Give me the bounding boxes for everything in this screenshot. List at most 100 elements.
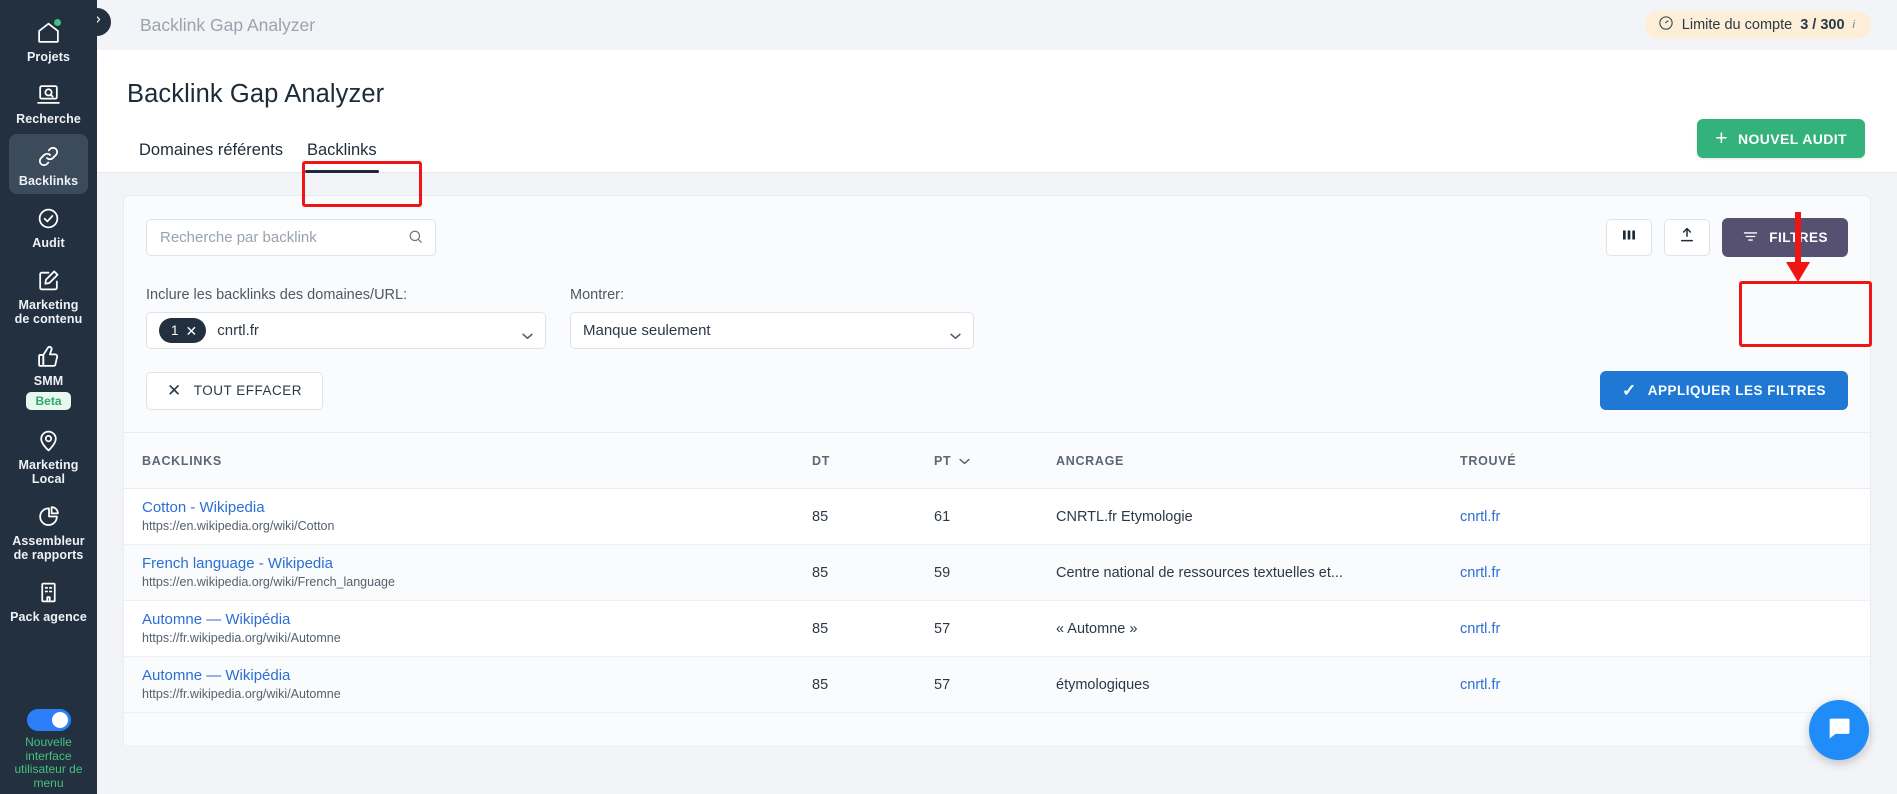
column-header-ancrage[interactable]: ANCRAGE <box>1038 432 1442 489</box>
sidebar-item-label: Projets <box>26 50 71 64</box>
sidebar-item-recherche[interactable]: Recherche <box>9 72 88 132</box>
search-icon[interactable] <box>407 228 425 246</box>
cell-found: cnrtl.fr <box>1442 488 1870 545</box>
cell-dt: 85 <box>794 488 916 545</box>
cell-found: cnrtl.fr <box>1442 656 1870 713</box>
check-icon: ✓ <box>1621 381 1637 400</box>
found-domain-link[interactable]: cnrtl.fr <box>1460 677 1500 693</box>
domain-chip[interactable]: 1 ✕ <box>159 318 207 343</box>
tab-backlinks[interactable]: Backlinks <box>295 141 389 173</box>
apply-filters-button[interactable]: ✓ APPLIQUER LES FILTRES <box>1599 371 1848 410</box>
page-title: Backlink Gap Analyzer <box>127 80 385 108</box>
sidebar-item-pack-agence[interactable]: Pack agence <box>9 570 88 630</box>
chat-bubble-icon <box>1825 714 1853 747</box>
app-root: Projets Recherche Backlinks Audit Market <box>0 0 1897 794</box>
column-header-pt[interactable]: PT <box>916 432 1038 489</box>
cell-anchor: Centre national de ressources textuelles… <box>1038 544 1442 601</box>
sidebar-item-label: Marketing Local <box>18 458 79 486</box>
cell-anchor: étymologiques <box>1038 656 1442 713</box>
domains-filter-value: cnrtl.fr <box>217 322 259 339</box>
filter-actions-row: ✕ TOUT EFFACER ✓ APPLIQUER LES FILTRES <box>124 349 1870 432</box>
close-icon: ✕ <box>167 381 182 400</box>
primary-sidebar: Projets Recherche Backlinks Audit Market <box>0 0 97 794</box>
column-header-trouve[interactable]: TROUVÉ <box>1442 432 1870 489</box>
column-header-backlinks[interactable]: BACKLINKS <box>124 432 794 489</box>
cell-pt: 61 <box>916 488 1038 545</box>
new-menu-ui-toggle[interactable] <box>26 709 71 731</box>
sidebar-item-marketing-local[interactable]: Marketing Local <box>9 418 88 492</box>
column-header-dt[interactable]: DT <box>794 432 916 489</box>
found-domain-link[interactable]: cnrtl.fr <box>1460 565 1500 581</box>
new-menu-ui-toggle-label: Nouvelle interface utilisateur de menu <box>14 735 83 790</box>
cell-dt: 85 <box>794 656 916 713</box>
account-limit-badge[interactable]: Limite du compte 3 / 300 i <box>1644 11 1871 39</box>
filters-button-label: FILTRES <box>1769 230 1828 245</box>
cell-dt: 85 <box>794 600 916 657</box>
column-header-pt-label: PT <box>934 453 952 468</box>
cell-pt: 57 <box>916 656 1038 713</box>
check-circle-icon <box>34 203 64 233</box>
filters-button[interactable]: FILTRES <box>1722 218 1848 257</box>
plus-icon: + <box>1715 127 1728 150</box>
search-input[interactable] <box>146 219 436 256</box>
main-column: Backlink Gap Analyzer Limite du compte 3… <box>83 0 1897 794</box>
content-area: FILTRES Inclure les backlinks des domain… <box>97 173 1897 794</box>
sidebar-item-projets[interactable]: Projets <box>9 10 88 70</box>
sidebar-item-label: Marketing de contenu <box>14 298 83 326</box>
sidebar-item-smm[interactable]: SMM Beta <box>9 334 88 416</box>
chevron-down-icon <box>522 326 533 339</box>
sidebar-item-assembleur-de-rapports[interactable]: Assembleur de rapports <box>9 494 88 568</box>
panel-toolbar: FILTRES <box>124 196 1870 257</box>
pencil-square-icon <box>34 265 64 295</box>
backlink-title-link[interactable]: French language - Wikipedia <box>142 555 794 572</box>
filter-icon <box>1742 228 1759 248</box>
top-bar: Backlink Gap Analyzer Limite du compte 3… <box>83 0 1897 50</box>
sidebar-item-label: Backlinks <box>18 174 79 188</box>
found-domain-link[interactable]: cnrtl.fr <box>1460 621 1500 637</box>
link-icon <box>34 141 64 171</box>
sidebar-item-label: Recherche <box>16 112 81 126</box>
building-icon <box>34 577 64 607</box>
backlink-title-link[interactable]: Automne — Wikipédia <box>142 667 794 684</box>
cell-anchor: CNRTL.fr Etymologie <box>1038 488 1442 545</box>
sidebar-item-audit[interactable]: Audit <box>9 196 88 256</box>
new-audit-button[interactable]: + NOUVEL AUDIT <box>1697 119 1865 158</box>
show-filter-label: Montrer: <box>570 287 624 303</box>
new-audit-button-label: NOUVEL AUDIT <box>1737 130 1847 147</box>
show-filter-value: Manque seulement <box>583 322 711 339</box>
backlink-url: https://en.wikipedia.org/wiki/Cotton <box>142 519 335 533</box>
columns-button[interactable] <box>1606 219 1653 256</box>
tab-domaines-referents[interactable]: Domaines référents <box>127 141 295 172</box>
table-row: Automne — Wikipédia https://fr.wikipedia… <box>124 600 1870 657</box>
table-header: BACKLINKS DT PT ANCRAGE TROUVÉ <box>124 432 1870 489</box>
search-field-wrapper <box>146 219 436 256</box>
filter-controls-row: Inclure les backlinks des domaines/URL: … <box>124 257 1870 349</box>
cell-pt: 57 <box>916 600 1038 657</box>
found-domain-link[interactable]: cnrtl.fr <box>1460 509 1500 525</box>
clear-all-button[interactable]: ✕ TOUT EFFACER <box>146 371 324 410</box>
sidebar-footer: Nouvelle interface utilisateur de menu <box>6 709 92 794</box>
sidebar-item-backlinks[interactable]: Backlinks <box>9 134 88 194</box>
chat-support-button[interactable] <box>1809 700 1869 760</box>
sidebar-item-marketing-de-contenu[interactable]: Marketing de contenu <box>9 258 88 332</box>
backlink-title-link[interactable]: Cotton - Wikipedia <box>142 499 794 516</box>
export-button[interactable] <box>1664 219 1711 256</box>
account-limit-info-icon[interactable]: i <box>1853 19 1855 31</box>
backlink-url: https://fr.wikipedia.org/wiki/Automne <box>142 687 341 701</box>
cell-anchor: « Automne » <box>1038 600 1442 657</box>
close-icon[interactable]: ✕ <box>186 324 198 338</box>
table-row: Cotton - Wikipedia https://en.wikipedia.… <box>124 488 1870 545</box>
upload-icon <box>1678 226 1696 249</box>
show-filter-select[interactable]: Manque seulement <box>570 312 974 349</box>
notification-dot <box>53 19 61 26</box>
table-header-row: BACKLINKS DT PT ANCRAGE TROUVÉ <box>124 432 1870 489</box>
chevron-down-icon[interactable] <box>959 454 971 468</box>
breadcrumb: Backlink Gap Analyzer <box>140 14 316 35</box>
domain-chip-count: 1 <box>171 323 179 338</box>
domains-filter-select[interactable]: 1 ✕ cnrtl.fr <box>146 312 546 349</box>
cell-backlink: Automne — Wikipédia https://fr.wikipedia… <box>124 656 794 713</box>
sidebar-item-label: Audit <box>32 236 65 250</box>
backlink-title-link[interactable]: Automne — Wikipédia <box>142 611 794 628</box>
cell-backlink: French language - Wikipedia https://en.w… <box>124 544 794 601</box>
cell-found: cnrtl.fr <box>1442 600 1870 657</box>
